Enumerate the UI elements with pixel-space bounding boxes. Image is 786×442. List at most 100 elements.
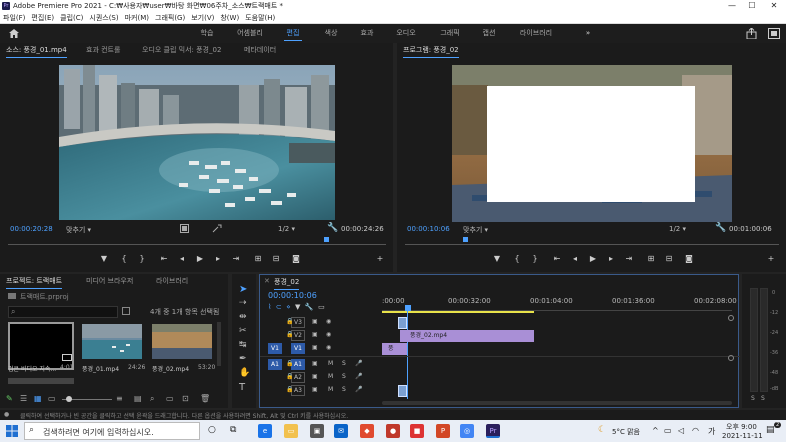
settings-wrench-icon[interactable]: 🔧	[305, 303, 314, 311]
workspace-editing[interactable]: 편집	[282, 24, 304, 43]
add-button-icon[interactable]: +	[374, 254, 386, 263]
program-time-ruler[interactable]	[405, 239, 779, 245]
home-icon[interactable]	[9, 29, 19, 38]
source-resolution-select[interactable]: 1/2 ▾	[278, 225, 295, 233]
solo-left-button[interactable]: S	[751, 395, 755, 402]
lift-icon[interactable]: ⊞	[645, 254, 657, 263]
microphone-icon[interactable]: 🎤	[355, 386, 362, 393]
workspace-captions[interactable]: 캡션	[478, 24, 500, 43]
step-forward-icon[interactable]: ▸	[212, 254, 224, 263]
volume-icon[interactable]: ◁	[678, 426, 684, 435]
source-playhead[interactable]	[324, 237, 329, 242]
cortana-icon[interactable]: ○	[208, 425, 216, 435]
project-item-landscape-02[interactable]	[152, 324, 212, 359]
play-icon[interactable]: ▶	[194, 254, 206, 263]
pen-tool-icon[interactable]: ✒	[239, 354, 247, 364]
project-item-landscape-01[interactable]	[82, 324, 142, 359]
premiere-taskbar-icon[interactable]: Pr	[486, 424, 500, 438]
go-to-out-icon[interactable]: ⇥	[623, 254, 635, 263]
sync-lock-icon[interactable]: ▣	[312, 331, 318, 338]
sync-lock-icon[interactable]: ▣	[312, 344, 318, 351]
tab-effect-controls[interactable]: 효과 컨트롤	[86, 45, 120, 55]
program-current-timecode[interactable]: 00:00:10:06	[407, 225, 450, 233]
task-view-icon[interactable]: ⧉	[230, 425, 236, 435]
project-item-black-video[interactable]	[8, 322, 74, 370]
new-bin-button-icon[interactable]: ▭	[166, 394, 174, 403]
mark-in-icon[interactable]: {	[118, 254, 130, 263]
sync-lock-icon[interactable]: ▣	[312, 318, 318, 325]
app-icon[interactable]: ●	[386, 424, 400, 438]
clip-v3[interactable]	[398, 317, 407, 329]
tab-media-browser[interactable]: 미디어 브라우저	[86, 276, 133, 286]
notifications-icon[interactable]: ▤	[766, 425, 775, 435]
file-explorer-icon[interactable]: ▭	[284, 424, 298, 438]
eye-icon[interactable]: ◉	[326, 344, 331, 351]
workspace-color[interactable]: 색상	[320, 24, 342, 43]
clip-v1[interactable]: 풍	[382, 343, 407, 355]
tab-libraries[interactable]: 라이브러리	[156, 276, 188, 286]
overwrite-icon[interactable]: ⊟	[270, 254, 282, 263]
program-playhead[interactable]	[463, 237, 468, 242]
edge-icon[interactable]: e	[258, 424, 272, 438]
project-search-input[interactable]: ⌕	[8, 306, 118, 318]
share-icon[interactable]	[746, 28, 757, 39]
export-frame-icon[interactable]: ◙	[290, 254, 302, 263]
linked-selection-icon[interactable]: ⊂	[276, 303, 282, 311]
list-view-icon[interactable]: ☰	[20, 394, 27, 403]
clip-v2[interactable]: 풍경_02.mp4	[400, 330, 534, 342]
timeline-timecode[interactable]: 00:00:10:06	[268, 291, 317, 300]
new-item-icon[interactable]: ⊡	[182, 394, 189, 403]
source-time-ruler[interactable]	[8, 239, 386, 245]
step-forward-icon[interactable]: ▸	[605, 254, 617, 263]
hand-tool-icon[interactable]: ✋	[239, 368, 250, 378]
vertical-zoom-handle[interactable]	[728, 315, 734, 321]
find-icon[interactable]: ⌕	[150, 394, 154, 404]
track-select-tool-icon[interactable]: ⇢	[239, 298, 247, 308]
sync-lock-icon[interactable]: ▣	[312, 360, 318, 367]
menu-clip[interactable]: 클립(C)	[57, 12, 86, 24]
workspace-audio[interactable]: 오디오	[392, 24, 420, 43]
program-resolution-select[interactable]: 1/2 ▾	[669, 225, 686, 233]
mute-button[interactable]: M	[328, 386, 333, 393]
network-icon[interactable]: ▭	[664, 426, 672, 435]
close-tab-icon[interactable]: ✕	[264, 277, 270, 285]
timeline-playhead-handle[interactable]	[405, 305, 411, 311]
markers-icon[interactable]: ▼	[295, 303, 300, 311]
microphone-icon[interactable]: 🎤	[355, 373, 362, 380]
slip-tool-icon[interactable]: ↹	[239, 340, 247, 350]
weather-text[interactable]: 5°C 맑음	[612, 427, 640, 437]
sort-icon[interactable]: ≡	[116, 394, 123, 403]
add-marker-icon[interactable]: ▼	[98, 254, 110, 263]
go-to-in-icon[interactable]: ⇤	[158, 254, 170, 263]
export-frame-icon[interactable]: ◙	[683, 254, 695, 263]
show-hidden-icons[interactable]: ^	[652, 426, 659, 435]
trash-icon[interactable]: 🗑	[200, 394, 210, 403]
vertical-zoom-handle[interactable]	[728, 355, 734, 361]
menu-sequence[interactable]: 시퀀스(S)	[86, 12, 121, 24]
insert-icon[interactable]: ⊞	[252, 254, 264, 263]
sync-lock-icon[interactable]: ▣	[312, 386, 318, 393]
tab-sequence[interactable]: 풍경_02	[274, 277, 300, 290]
workspace-learning[interactable]: 학습	[195, 24, 219, 43]
settings-icon[interactable]	[180, 224, 189, 233]
zoom-slider-handle[interactable]	[66, 396, 72, 402]
track-target-v1[interactable]: V1	[291, 343, 305, 354]
solo-button[interactable]: S	[342, 373, 346, 380]
type-tool-icon[interactable]: T	[239, 382, 245, 393]
mute-button[interactable]: M	[328, 373, 333, 380]
menu-window[interactable]: 창(W)	[217, 12, 242, 24]
add-button-icon[interactable]: +	[765, 254, 777, 263]
mail-icon[interactable]: ✉	[334, 424, 348, 438]
source-zoom-select[interactable]: 맞추기 ▾	[66, 225, 91, 235]
extract-icon[interactable]: ⊟	[663, 254, 675, 263]
program-zoom-select[interactable]: 맞추기 ▾	[463, 225, 488, 235]
menu-help[interactable]: 도움말(H)	[242, 12, 278, 24]
close-button[interactable]: ✕	[764, 0, 784, 12]
ime-indicator[interactable]: 가	[708, 426, 715, 437]
menu-file[interactable]: 파일(F)	[0, 12, 28, 24]
solo-button[interactable]: S	[342, 386, 346, 393]
solo-button[interactable]: S	[342, 360, 346, 367]
lock-icon[interactable]: 🔒	[286, 386, 293, 393]
app-icon[interactable]: ◆	[360, 424, 374, 438]
pencil-icon[interactable]: ✎	[6, 394, 13, 403]
